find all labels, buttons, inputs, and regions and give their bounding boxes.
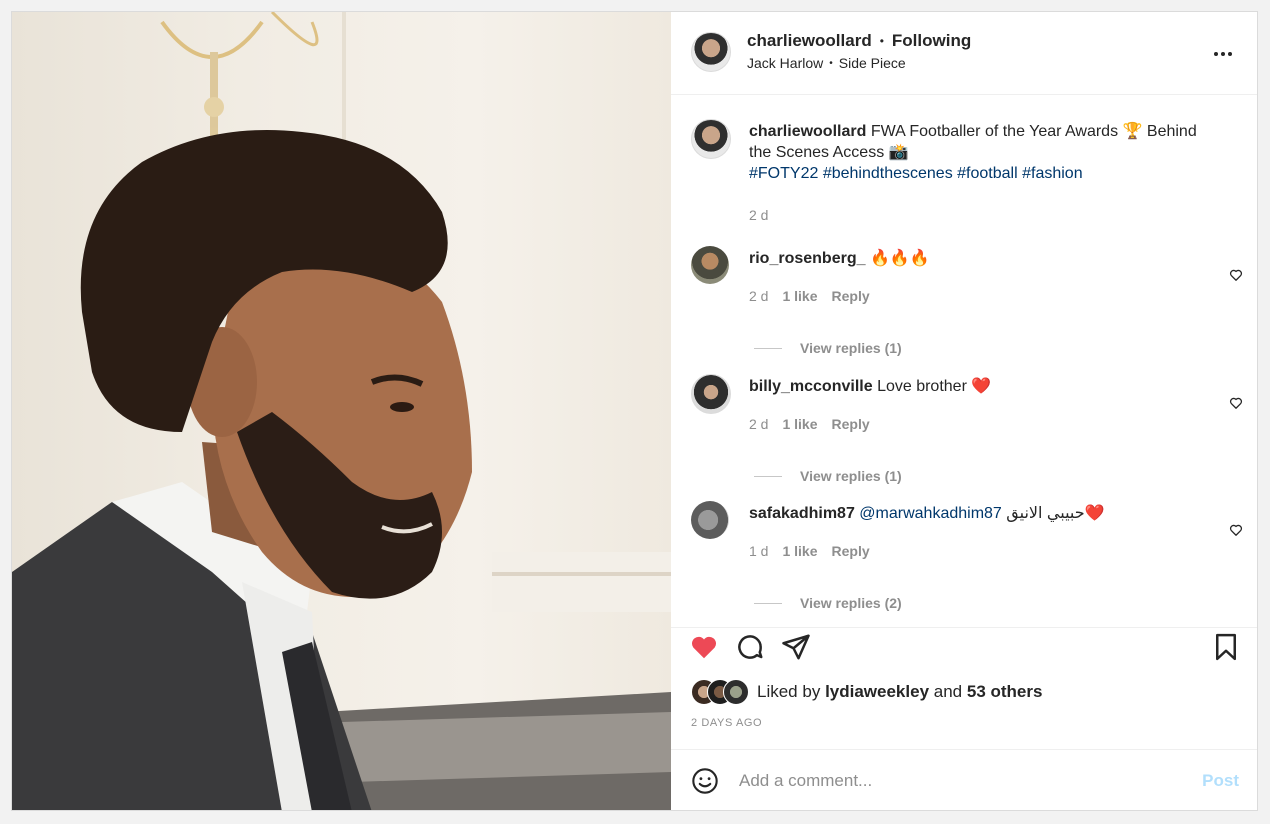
view-replies-button[interactable]: View replies (1) <box>754 468 902 484</box>
comment-icon[interactable] <box>735 632 765 667</box>
heart-icon[interactable] <box>689 632 719 667</box>
likes-prefix: Liked by <box>757 682 821 701</box>
post-button[interactable]: Post <box>1202 771 1239 791</box>
view-replies-label[interactable]: View replies (1) <box>800 340 902 356</box>
bookmark-icon[interactable] <box>1211 632 1241 667</box>
likes-text: Liked by lydiaweekley and 53 others <box>757 682 1042 702</box>
liker-avatars <box>691 679 753 705</box>
commenter-avatar[interactable] <box>691 374 731 414</box>
view-replies-button[interactable]: View replies (1) <box>754 340 902 356</box>
comment-time[interactable]: 1 d <box>749 543 768 559</box>
comment-mention[interactable]: @marwahkadhim87 <box>859 505 1002 522</box>
view-replies-line <box>754 347 782 349</box>
comment-like-icon[interactable] <box>1229 523 1243 542</box>
action-bar <box>671 627 1257 668</box>
comment-time[interactable]: 2 d <box>749 288 768 304</box>
comment-meta: 1 d 1 like Reply <box>749 543 870 559</box>
caption-time[interactable]: 2 d <box>749 207 768 223</box>
header-separator: • <box>879 34 884 48</box>
comment-text: rio_rosenberg_ 🔥🔥🔥 <box>749 248 930 269</box>
comment-likes[interactable]: 1 like <box>782 543 817 559</box>
comment-time[interactable]: 2 d <box>749 416 768 432</box>
caption-avatar[interactable] <box>691 119 731 159</box>
caption-text: charliewoollard FWA Footballer of the Ye… <box>749 121 1229 184</box>
audio-info[interactable]: Jack Harlow • Side Piece <box>747 55 906 71</box>
likes-conj: and <box>933 682 963 701</box>
audio-artist[interactable]: Jack Harlow <box>747 55 823 71</box>
comment-likes[interactable]: 1 like <box>782 416 817 432</box>
reply-button[interactable]: Reply <box>832 543 870 559</box>
audio-separator: • <box>829 57 833 69</box>
hashtag-football[interactable]: #football <box>957 165 1018 182</box>
header-username[interactable]: charliewoollard <box>747 31 872 51</box>
comment-like-icon[interactable] <box>1229 396 1243 415</box>
commenter-avatar[interactable] <box>691 246 729 284</box>
post-details-panel: charliewoollard • Following Jack Harlow … <box>671 12 1257 810</box>
comment-like-icon[interactable] <box>1229 268 1243 287</box>
view-replies-line <box>754 602 782 604</box>
hashtag-behindthescenes[interactable]: #behindthescenes <box>823 165 953 182</box>
likes-row: Liked by lydiaweekley and 53 others <box>691 679 1042 705</box>
reply-button[interactable]: Reply <box>832 288 870 304</box>
comment-username[interactable]: rio_rosenberg_ <box>749 250 865 267</box>
caption-line2: the Scenes Access 📸 <box>749 144 909 161</box>
reply-button[interactable]: Reply <box>832 416 870 432</box>
likes-others[interactable]: 53 others <box>967 682 1043 701</box>
comment-meta: 2 d 1 like Reply <box>749 288 870 304</box>
commenter-avatar[interactable] <box>691 501 729 539</box>
view-replies-label[interactable]: View replies (2) <box>800 595 902 611</box>
likes-user[interactable]: lydiaweekley <box>825 682 929 701</box>
comment-text: safakadhim87 @marwahkadhim87 حبيبي الاني… <box>749 503 1105 524</box>
share-icon[interactable] <box>781 632 811 667</box>
comment-username[interactable]: safakadhim87 <box>749 505 855 522</box>
comment-body: حبيبي الانيق❤️ <box>1006 505 1105 522</box>
post-header: charliewoollard • Following Jack Harlow … <box>671 12 1257 95</box>
comment-username[interactable]: billy_mcconville <box>749 378 873 395</box>
comment-likes[interactable]: 1 like <box>782 288 817 304</box>
post-photo <box>12 12 671 810</box>
view-replies-button[interactable]: View replies (2) <box>754 595 902 611</box>
hashtag-foty22[interactable]: #FOTY22 <box>749 165 818 182</box>
caption-line1: FWA Footballer of the Year Awards 🏆 Behi… <box>870 123 1197 140</box>
comment-body: 🔥🔥🔥 <box>869 250 930 267</box>
post-media[interactable] <box>12 12 671 810</box>
following-button[interactable]: Following <box>892 31 971 51</box>
caption-username[interactable]: charliewoollard <box>749 123 866 140</box>
more-options-icon[interactable] <box>1211 42 1235 66</box>
comment-text: billy_mcconville Love brother ❤️ <box>749 376 991 397</box>
post-modal: charliewoollard • Following Jack Harlow … <box>11 11 1258 811</box>
comment-meta: 2 d 1 like Reply <box>749 416 870 432</box>
audio-track[interactable]: Side Piece <box>839 55 906 71</box>
hashtag-fashion[interactable]: #fashion <box>1022 165 1083 182</box>
view-replies-label[interactable]: View replies (1) <box>800 468 902 484</box>
comment-body: Love brother ❤️ <box>877 378 992 395</box>
add-comment-input[interactable] <box>737 770 1181 792</box>
liker-avatar[interactable] <box>723 679 749 705</box>
view-replies-line <box>754 475 782 477</box>
emoji-icon[interactable] <box>691 767 719 800</box>
post-date[interactable]: 2 DAYS AGO <box>691 717 762 729</box>
add-comment-bar: Post <box>671 749 1257 810</box>
avatar[interactable] <box>691 32 731 72</box>
header-title-row: charliewoollard • Following <box>747 31 971 51</box>
